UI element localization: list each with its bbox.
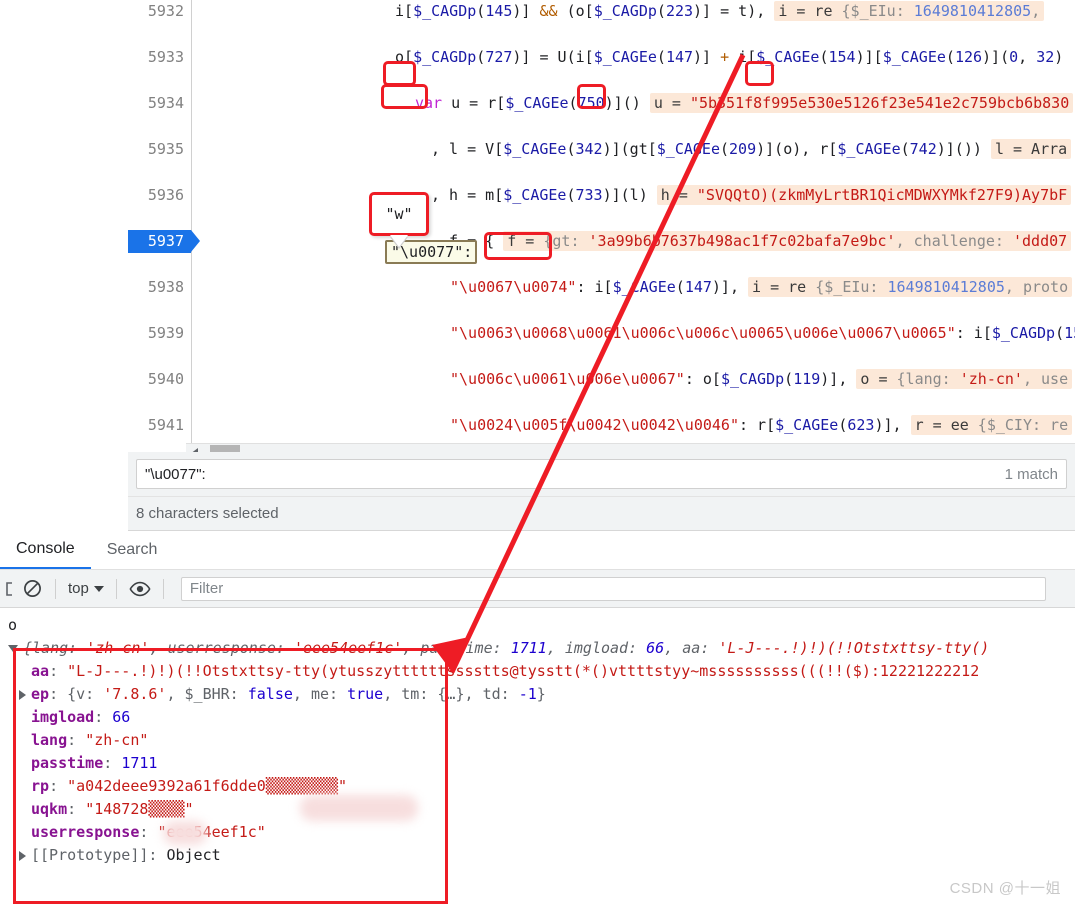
devtools-screenshot: 5932 i[$_CAGDp(145)] && (o[$_CAGDp(223)]…	[0, 0, 1075, 912]
inline-value: r = ee {$_CIY: re	[910, 415, 1073, 435]
code-row[interactable]: 5938 "\u0067\u0074": i[$_CAGEe(147)], i …	[128, 276, 1075, 299]
console-property-lang: lang: "zh-cn"	[31, 731, 149, 749]
console-object-summary[interactable]: {lang: 'zh-cn', userresponse: 'eee54eef1…	[8, 637, 1075, 660]
execution-context-label: top	[68, 580, 89, 597]
inline-value: i = re {$_EIu: 1649810412805, proto	[748, 277, 1073, 297]
toolbar-divider	[55, 578, 56, 599]
line-number: 5939	[128, 322, 191, 345]
code-text: "\u0063\u0068\u0061\u006c\u006c\u0065\u0…	[450, 324, 1075, 342]
console-input-echo-text: o	[8, 616, 18, 634]
expand-triangle-icon[interactable]	[19, 689, 26, 700]
code-text: "\u0024\u005f\u0042\u0042\u0046": r[$_CA…	[192, 414, 1073, 437]
code-row[interactable]: 5934 var u = r[$_CAGEe(750)]() u = "5b35…	[128, 92, 1075, 115]
code-row[interactable]: 5933 o[$_CAGDp(727)] = U(i[$_CAGEe(147)]…	[128, 46, 1075, 69]
inline-value: f = {gt: '3a99b6b7637b498ac1f7c02bafa7e9…	[503, 231, 1072, 251]
line-number: 5932	[128, 0, 191, 23]
line-number: 5933	[128, 46, 191, 69]
tab-console[interactable]: Console	[0, 531, 91, 569]
line-number: 5936	[128, 184, 191, 207]
inline-value: h = "SVQQtO)(zkmMyLrtBR1QicMDWXYMkf27F9)…	[656, 185, 1072, 205]
line-number: 5940	[128, 368, 191, 391]
expand-triangle-icon[interactable]	[19, 850, 26, 861]
chevron-down-icon[interactable]	[93, 585, 104, 592]
console-property-ep[interactable]: ep: {v: '7.8.6', $_BHR: false, me: true,…	[8, 683, 1075, 706]
annotation-callout-tail	[390, 235, 408, 247]
left-blank-panel	[0, 0, 128, 531]
console-property-prototype[interactable]: [[Prototype]]: Object	[8, 844, 1075, 867]
find-input-wrapper[interactable]: "\u0077": 1 match	[136, 459, 1067, 489]
line-number: 5938	[128, 276, 191, 299]
inline-value: u = "5b351f8f995e530e5126f23e541e2c759bc…	[649, 93, 1074, 113]
line-number: 5937	[128, 230, 200, 253]
toolbar-divider	[162, 578, 164, 599]
code-text: i[$_CAGDp(145)] && (o[$_CAGDp(223)] = t)…	[192, 0, 1045, 23]
code-row[interactable]: 5939 "\u0063\u0068\u0061\u006c\u006c\u00…	[128, 322, 1075, 345]
editor-status-bar: 8 characters selected	[128, 496, 1075, 531]
code-text: var u = r[$_CAGEe(750)]() u = "5b351f8f9…	[192, 92, 1074, 115]
code-row[interactable]: 5932 i[$_CAGDp(145)] && (o[$_CAGDp(223)]…	[128, 0, 1075, 23]
annotation-callout-w: "w"	[369, 192, 429, 236]
code-row[interactable]: 5940 "\u006c\u0061\u006e\u0067": o[$_CAG…	[128, 368, 1075, 391]
code-text: "\u006c\u0061\u006e\u0067": o[$_CAGDp(11…	[192, 368, 1073, 391]
expand-triangle-icon[interactable]	[8, 645, 18, 652]
console-property-passtime: passtime: 1711	[31, 754, 158, 772]
tab-search-label: Search	[106, 541, 158, 558]
gutter-divider	[191, 0, 192, 443]
inline-value: l = Arra	[990, 139, 1072, 159]
code-row[interactable]: 5935 , l = V[$_CAGEe(342)](gt[$_CAGEe(20…	[128, 138, 1075, 161]
code-rows: 5932 i[$_CAGDp(145)] && (o[$_CAGDp(223)]…	[128, 0, 1075, 443]
console-filter-placeholder: Filter	[189, 580, 224, 597]
code-text: , h = m[$_CAGEe(733)](l) h = "SVQQtO)(zk…	[192, 184, 1072, 207]
console-filter-input[interactable]: Filter	[180, 576, 1046, 601]
code-text: , f = { f = {gt: '3a99b6b7637b498ac1f7c0…	[192, 230, 1072, 253]
inline-value: o = {lang: 'zh-cn', use	[856, 369, 1073, 389]
console-property-uqkm: uqkm: "148728▒▒▒▒"	[31, 800, 194, 818]
code-row-current[interactable]: 5937 , f = { f = {gt: '3a99b6b7637b498ac…	[128, 230, 1075, 253]
line-number: 5941	[128, 414, 191, 437]
find-match-count: 1 match	[1004, 465, 1058, 483]
line-number: 5935	[128, 138, 191, 161]
tab-console-label: Console	[16, 540, 75, 557]
selection-status-text: 8 characters selected	[136, 505, 279, 522]
code-row[interactable]: 5936 , h = m[$_CAGEe(733)](l) h = "SVQQt…	[128, 184, 1075, 207]
drawer-tab-strip[interactable]: Console Search	[0, 531, 1075, 570]
execution-context-selector[interactable]: top	[65, 580, 107, 597]
watermark: CSDN @十一姐	[949, 880, 1061, 897]
console-property-rp: rp: "a042deee9392a61f6dde0▒▒▒▒▒▒▒▒"	[31, 777, 348, 795]
code-text: o[$_CAGDp(727)] = U(i[$_CAGEe(147)] + i[…	[395, 48, 1064, 66]
code-text: "\u0067\u0074": i[$_CAGEe(147)], i = re …	[192, 276, 1073, 299]
sidebar-toggle-icon[interactable]	[2, 575, 18, 603]
toolbar-divider	[115, 578, 117, 599]
console-property-aa: aa: "L-J---.!)!)(!!Otstxttsy-tty(ytusszy…	[31, 662, 980, 680]
redaction-blur-uqkm	[163, 821, 207, 845]
console-output: o {lang: 'zh-cn', userresponse: 'eee54ee…	[0, 608, 1075, 867]
console-property-imgload: imgload: 66	[31, 708, 131, 726]
find-bar[interactable]: "\u0077": 1 match	[128, 452, 1075, 496]
redaction-blur-rp	[300, 795, 418, 821]
console-toolbar[interactable]: top Filter	[0, 570, 1075, 608]
code-text: , l = V[$_CAGEe(342)](gt[$_CAGEe(209)](o…	[192, 138, 1072, 161]
line-number: 5934	[128, 92, 191, 115]
sources-code-pane[interactable]: 5932 i[$_CAGDp(145)] && (o[$_CAGDp(223)]…	[128, 0, 1075, 443]
code-row[interactable]: 5941 "\u0024\u005f\u0042\u0042\u0046": r…	[128, 414, 1075, 437]
find-input[interactable]: "\u0077":	[145, 466, 206, 483]
inline-value: i = re {$_EIu: 1649810412805,	[774, 1, 1045, 21]
callout-label: "w"	[385, 205, 413, 223]
devtools-drawer: Console Search top Filter o {lang: 'zh-c…	[0, 531, 1075, 912]
live-expression-icon[interactable]	[126, 575, 154, 603]
clear-console-icon[interactable]	[18, 575, 46, 603]
console-input-echo: o	[8, 614, 1075, 637]
tab-search[interactable]: Search	[91, 531, 174, 569]
